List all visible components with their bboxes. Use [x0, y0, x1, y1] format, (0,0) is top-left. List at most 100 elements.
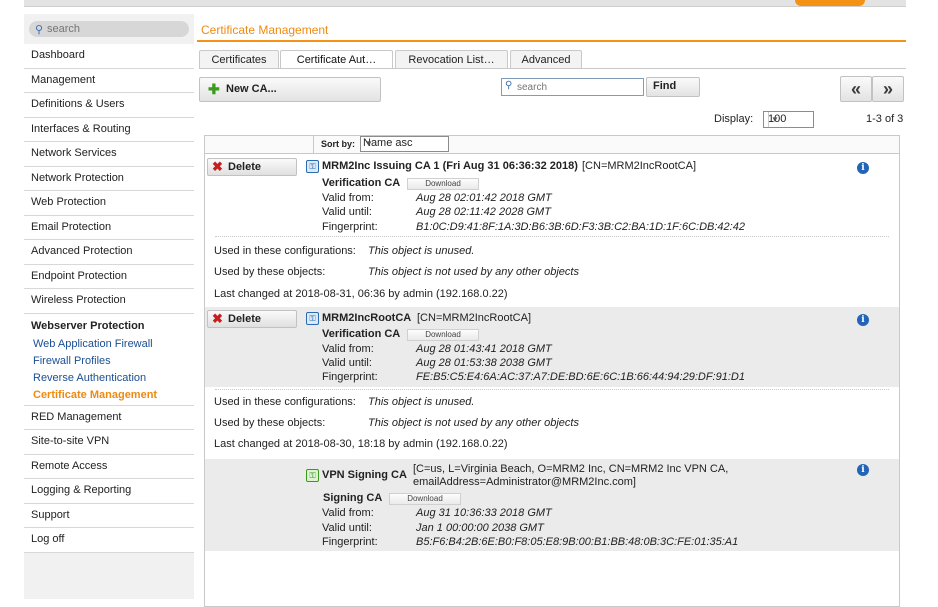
used-in-label: Used in these configurations: [214, 245, 356, 257]
ca-subject: [CN=MRM2IncRootCA] [417, 312, 532, 324]
new-ca-label: New CA... [226, 83, 277, 95]
sidebar-item-endpoint-protection[interactable]: Endpoint Protection [24, 264, 194, 289]
info-icon[interactable]: i [857, 162, 869, 174]
delete-button[interactable]: ✖ Delete [207, 310, 297, 328]
chevron-down-icon: ▼ [365, 139, 373, 148]
new-ca-button[interactable]: ✚ New CA... [199, 77, 381, 102]
sidebar-subitem-firewall-profiles[interactable]: Firewall Profiles [24, 352, 194, 370]
fingerprint-value: B1:0C:D9:41:8F:1A:3D:B6:3B:6D:F3:3B:C2:B… [416, 221, 745, 233]
signing-certificate-icon: ⚿ [306, 469, 319, 482]
list-search-input[interactable] [517, 80, 639, 94]
sidebar-item-dashboard[interactable]: Dashboard [24, 44, 194, 69]
ca-subject-line2: emailAddress=Administrator@MRM2Inc.com] [413, 476, 636, 488]
used-in-value: This object is unused. [368, 245, 475, 257]
tab-revocation-lists[interactable]: Revocation List… [395, 50, 508, 69]
fingerprint-value: FE:B5:C5:E4:6A:AC:37:A7:DE:BD:6E:6C:1B:6… [416, 371, 745, 383]
download-button[interactable]: Download [407, 329, 479, 341]
sidebar-item-webserver-protection[interactable]: Webserver Protection [24, 313, 194, 336]
tab-certificate-authorities[interactable]: Certificate Aut… [280, 50, 393, 69]
valid-until-value: Aug 28 01:53:38 2038 GMT [416, 357, 552, 369]
list-item: ✖ Delete ⚿ MRM2IncRootCA [CN=MRM2IncRoot… [205, 307, 899, 387]
display-count-select[interactable]: 100 ▼ [763, 111, 814, 128]
valid-from-value: Aug 31 10:36:33 2018 GMT [416, 507, 552, 519]
tab-divider [199, 68, 906, 69]
sidebar-subitem-reverse-authentication[interactable]: Reverse Authentication [24, 369, 194, 387]
sidebar-item-log-off[interactable]: Log off [24, 528, 194, 553]
ca-type: Verification CA [322, 328, 401, 340]
sidebar-item-interfaces-routing[interactable]: Interfaces & Routing [24, 117, 194, 142]
search-icon: ⚲ [505, 80, 513, 91]
valid-from-label: Valid from: [322, 192, 374, 204]
used-by-value: This object is not used by any other obj… [368, 417, 579, 429]
divider [215, 389, 889, 391]
certificate-icon: ⚿ [306, 160, 319, 173]
sidebar-item-red-management[interactable]: RED Management [24, 405, 194, 430]
sidebar-item-remote-access[interactable]: Remote Access [24, 454, 194, 479]
info-icon[interactable]: i [857, 464, 869, 476]
find-label: Find [653, 80, 677, 92]
list-item: ⚿ VPN Signing CA [C=us, L=Virginia Beach… [205, 459, 899, 551]
download-button[interactable]: Download [389, 493, 461, 505]
display-label: Display: [714, 113, 754, 125]
ca-name: VPN Signing CA [322, 469, 407, 481]
sidebar-item-advanced-protection[interactable]: Advanced Protection [24, 240, 194, 265]
previous-page-button[interactable]: « [840, 76, 872, 102]
valid-until-label: Valid until: [322, 522, 372, 534]
brand-logo [795, 0, 865, 6]
sidebar-item-wireless-protection[interactable]: Wireless Protection [24, 289, 194, 314]
sidebar-nav: Dashboard Management Definitions & Users… [24, 44, 194, 553]
info-icon[interactable]: i [857, 314, 869, 326]
valid-until-value: Aug 28 02:11:42 2028 GMT [416, 206, 551, 218]
sidebar: ⚲ Dashboard Management Definitions & Use… [24, 14, 194, 599]
tab-certificates[interactable]: Certificates [199, 50, 279, 69]
valid-from-value: Aug 28 01:43:41 2018 GMT [416, 343, 552, 355]
sidebar-search[interactable]: ⚲ [29, 21, 189, 37]
fingerprint-label: Fingerprint: [322, 221, 378, 233]
fingerprint-label: Fingerprint: [322, 536, 378, 548]
ca-list: Sort by: Name asc ▼ ✖ Delete ⚿ MRM2Inc I… [204, 135, 900, 607]
sidebar-item-logging-reporting[interactable]: Logging & Reporting [24, 479, 194, 504]
sort-label: Sort by: [321, 139, 356, 149]
sidebar-item-site-to-site-vpn[interactable]: Site-to-site VPN [24, 430, 194, 455]
sort-bar: Sort by: Name asc ▼ [205, 136, 899, 154]
used-in-label: Used in these configurations: [214, 396, 356, 408]
valid-until-label: Valid until: [322, 206, 372, 218]
tab-advanced[interactable]: Advanced [510, 50, 582, 69]
ca-type: Verification CA [322, 177, 401, 189]
sidebar-item-support[interactable]: Support [24, 503, 194, 528]
fingerprint-label: Fingerprint: [322, 371, 378, 383]
delete-label: Delete [228, 313, 262, 325]
list-search[interactable]: ⚲ [501, 78, 644, 96]
sidebar-item-web-protection[interactable]: Web Protection [24, 191, 194, 216]
valid-until-label: Valid until: [322, 357, 372, 369]
list-item-usage: Used in these configurations: This objec… [205, 387, 899, 459]
used-by-value: This object is not used by any other obj… [368, 266, 579, 278]
title-divider [197, 40, 906, 42]
sidebar-item-definitions-users[interactable]: Definitions & Users [24, 93, 194, 118]
result-count: 1-3 of 3 [866, 113, 904, 125]
sort-bar-spacer [205, 136, 314, 153]
sidebar-item-email-protection[interactable]: Email Protection [24, 215, 194, 240]
sidebar-subitem-certificate-management[interactable]: Certificate Management [24, 386, 194, 406]
used-by-label: Used by these objects: [214, 266, 326, 278]
valid-from-label: Valid from: [322, 343, 374, 355]
sidebar-item-network-protection[interactable]: Network Protection [24, 166, 194, 191]
fingerprint-value: B5:F6:B4:2B:6E:B0:F8:05:E8:9B:00:B1:BB:4… [416, 536, 739, 548]
used-by-label: Used by these objects: [214, 417, 326, 429]
download-button[interactable]: Download [407, 178, 479, 190]
delete-icon: ✖ [212, 311, 223, 326]
sidebar-item-management[interactable]: Management [24, 68, 194, 93]
next-page-button[interactable]: » [872, 76, 904, 102]
sidebar-search-input[interactable] [47, 22, 182, 36]
ca-subject-line1: [C=us, L=Virginia Beach, O=MRM2 Inc, CN=… [413, 463, 729, 475]
last-changed: Last changed at 2018-08-31, 06:36 by adm… [214, 288, 508, 300]
valid-until-value: Jan 1 00:00:00 2038 GMT [416, 522, 544, 534]
valid-from-value: Aug 28 02:01:42 2018 GMT [416, 192, 552, 204]
find-button[interactable]: Find [646, 77, 700, 97]
sidebar-subitem-web-application-firewall[interactable]: Web Application Firewall [24, 335, 194, 353]
used-in-value: This object is unused. [368, 396, 475, 408]
sidebar-item-network-services[interactable]: Network Services [24, 142, 194, 167]
delete-button[interactable]: ✖ Delete [207, 158, 297, 176]
sort-select[interactable]: Name asc ▼ [360, 136, 449, 152]
ca-subject: [CN=MRM2IncRootCA] [582, 160, 697, 172]
